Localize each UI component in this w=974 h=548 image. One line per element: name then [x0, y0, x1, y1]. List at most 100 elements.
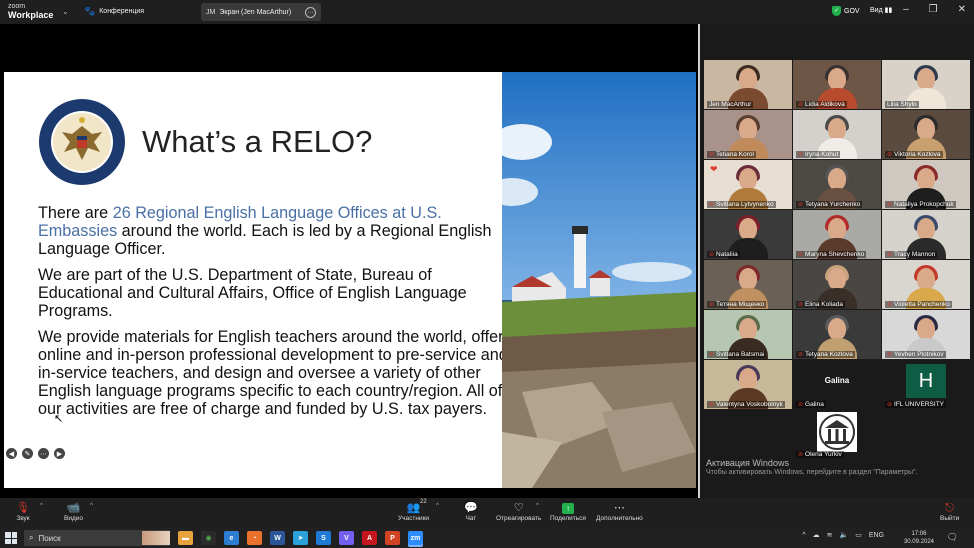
minimize-icon[interactable]: –	[903, 4, 909, 15]
chrome-icon[interactable]: ◉	[201, 531, 216, 545]
audio-button[interactable]: 🎙 Звук	[16, 501, 30, 522]
participant-tile[interactable]: Galina ⊘ Galina	[793, 360, 881, 409]
share-screen-button[interactable]: ↑ Поделиться	[550, 501, 586, 522]
language-indicator[interactable]: ENG	[869, 532, 884, 539]
more-options-icon[interactable]: ⋯	[305, 6, 316, 18]
firefox-icon[interactable]: ◔	[247, 531, 262, 545]
participant-name-label: ⊘ Maryna Shevchenko	[796, 251, 867, 258]
wifi-icon[interactable]: ≋	[827, 531, 833, 539]
face	[917, 318, 935, 340]
participants-button[interactable]: 👥 22 Участники	[398, 499, 429, 522]
face	[828, 68, 846, 90]
participant-tile[interactable]: ⊘ Violetta Panchenko	[882, 260, 970, 309]
microphone-muted-icon: ⊘	[798, 302, 804, 308]
face	[739, 68, 757, 90]
microphone-muted-icon: ⊘	[798, 452, 804, 458]
video-options-chevron-icon[interactable]: ^	[90, 503, 93, 509]
pen-icon[interactable]: ✎	[22, 448, 33, 459]
microphone-muted-icon: ⊘	[887, 302, 893, 308]
speaker-icon[interactable]: 🔈	[839, 531, 848, 539]
face	[739, 318, 757, 340]
leave-button[interactable]: ⎋ Выйти	[940, 501, 959, 522]
shield-icon: ✓	[832, 6, 841, 16]
participant-tile[interactable]: ⊘ Maryna Shevchenko	[793, 210, 881, 259]
participant-tile[interactable]: H ⊘ IFL UNIVERSITY	[882, 360, 970, 409]
chevron-down-icon[interactable]: ⌄	[62, 7, 69, 16]
ellipsis-icon: ⋯	[613, 502, 625, 514]
participant-tile[interactable]: Lilia Shylo	[882, 60, 970, 109]
battery-icon[interactable]: ▭	[855, 531, 862, 539]
participant-tile[interactable]: ⊘ Yevhen Plotnikov	[882, 310, 970, 359]
heart-icon: ♡	[513, 502, 524, 514]
microphone-muted-icon: 🎙	[16, 502, 30, 514]
maximize-icon[interactable]: ❐	[929, 4, 938, 15]
notification-icon[interactable]: 🗨	[947, 532, 958, 543]
zoom-taskbar-icon[interactable]: zm	[408, 531, 423, 545]
word-icon[interactable]: W	[270, 531, 285, 545]
next-slide-icon[interactable]: ▶	[54, 448, 65, 459]
react-options-chevron-icon[interactable]: ^	[536, 503, 539, 509]
close-icon[interactable]: ✕	[958, 4, 966, 15]
face	[917, 118, 935, 140]
bullet-3: We provide materials for English teacher…	[38, 328, 508, 418]
participant-tile[interactable]: ⊘ Valentyna Voskoboinyk	[704, 360, 792, 409]
tray-chevron-icon[interactable]: ^	[802, 532, 805, 539]
face	[739, 368, 757, 390]
audio-options-chevron-icon[interactable]: ^	[40, 503, 43, 509]
participant-tile[interactable]: ⊘ Olena Yurkiv	[793, 410, 881, 459]
edge-icon[interactable]: e	[224, 531, 239, 545]
microphone-muted-icon: ⊘	[709, 302, 715, 308]
participant-name-label: ⊘ Iryna Kohut	[796, 151, 841, 158]
bullet-1: There are 26 Regional English Language O…	[38, 204, 492, 258]
participant-gallery: Jen MacArthur ⊘ Lidia Aldikova Lilia Shylo ⊘…	[700, 24, 974, 498]
previous-slide-icon[interactable]: ◀	[6, 448, 17, 459]
participant-tile[interactable]: ⊘ Tetyana Yurchenko	[793, 160, 881, 209]
more-slide-options-icon[interactable]: ⋯	[38, 448, 49, 459]
participant-tile[interactable]: ⊘ Elina Koliada	[793, 260, 881, 309]
mouse-cursor-icon: ↖	[54, 413, 64, 425]
acrobat-icon[interactable]: A	[362, 531, 377, 545]
telegram-icon[interactable]: ➤	[293, 531, 308, 545]
windows-start-icon[interactable]	[5, 532, 17, 544]
face	[739, 268, 757, 290]
participant-tile[interactable]: ⊘ Svitlana Batsmai	[704, 310, 792, 359]
participant-tile[interactable]: Jen MacArthur	[704, 60, 792, 109]
participant-tile[interactable]: ⊘ Nataliia	[704, 210, 792, 259]
microphone-muted-icon: ⊘	[798, 152, 804, 158]
microphone-muted-icon: ⊘	[798, 352, 804, 358]
react-button[interactable]: ♡ Отреагировать	[496, 501, 541, 522]
search-highlight-image	[142, 531, 170, 545]
meeting-info-button[interactable]: 🐾 Конференция	[84, 6, 144, 17]
participant-name-label: ⊘ Tetyana Kozlova	[796, 351, 855, 358]
skype-icon[interactable]: S	[316, 531, 331, 545]
participant-tile[interactable]: ⊘ Viktoria Kozlova	[882, 110, 970, 159]
participant-tile[interactable]: ⊘ Тетяна Міщенко	[704, 260, 792, 309]
participants-options-chevron-icon[interactable]: ^	[436, 503, 439, 509]
viber-icon[interactable]: V	[339, 531, 354, 545]
windows-taskbar: ⌕ Поиск ▬ ◉ e ◔ W ➤ S V A P zm ^ ☁ ≋ 🔈 ▭…	[0, 528, 974, 548]
participant-tile[interactable]: ⊘ Tracy Mannon	[882, 210, 970, 259]
presentation-slide: What’s a RELO? There are 26 Regional Eng…	[4, 72, 696, 488]
view-button[interactable]: Вид ▮▮	[870, 6, 892, 14]
more-button[interactable]: ⋯ Дополнительно	[596, 501, 643, 522]
taskbar-clock[interactable]: 17:06 30.09.2024	[904, 530, 934, 546]
taskbar-search[interactable]: ⌕ Поиск	[24, 530, 170, 546]
participant-tile[interactable]: ⊘ Nataliya Prokopchuk	[882, 160, 970, 209]
face	[828, 218, 846, 240]
participant-tile[interactable]: ⊘ Iryna Kohut	[793, 110, 881, 159]
powerpoint-icon[interactable]: P	[385, 531, 400, 545]
participant-tile[interactable]: ❤ ⊘ Svitlana Lytvynenko	[704, 160, 792, 209]
participant-tile[interactable]: ⊘ Tetiana Korol	[704, 110, 792, 159]
chat-button[interactable]: 💬 Чат	[464, 501, 478, 522]
cloud-icon[interactable]: ☁	[813, 531, 820, 539]
participant-tile[interactable]: ⊘ Tetyana Kozlova	[793, 310, 881, 359]
screen-share-indicator[interactable]: JM Экран (Jen MacArthur) ⋯	[201, 3, 321, 21]
zoom-logo: zoom Workplace	[8, 3, 54, 20]
participant-name-label: ⊘ Galina	[796, 401, 826, 408]
security-badge[interactable]: ✓ GOV	[832, 6, 860, 16]
microphone-muted-icon: ⊘	[798, 402, 804, 408]
video-button[interactable]: 📹 Видео	[64, 501, 83, 522]
chat-icon: 💬	[464, 502, 478, 514]
file-explorer-icon[interactable]: ▬	[178, 531, 193, 545]
participant-tile[interactable]: ⊘ Lidia Aldikova	[793, 60, 881, 109]
